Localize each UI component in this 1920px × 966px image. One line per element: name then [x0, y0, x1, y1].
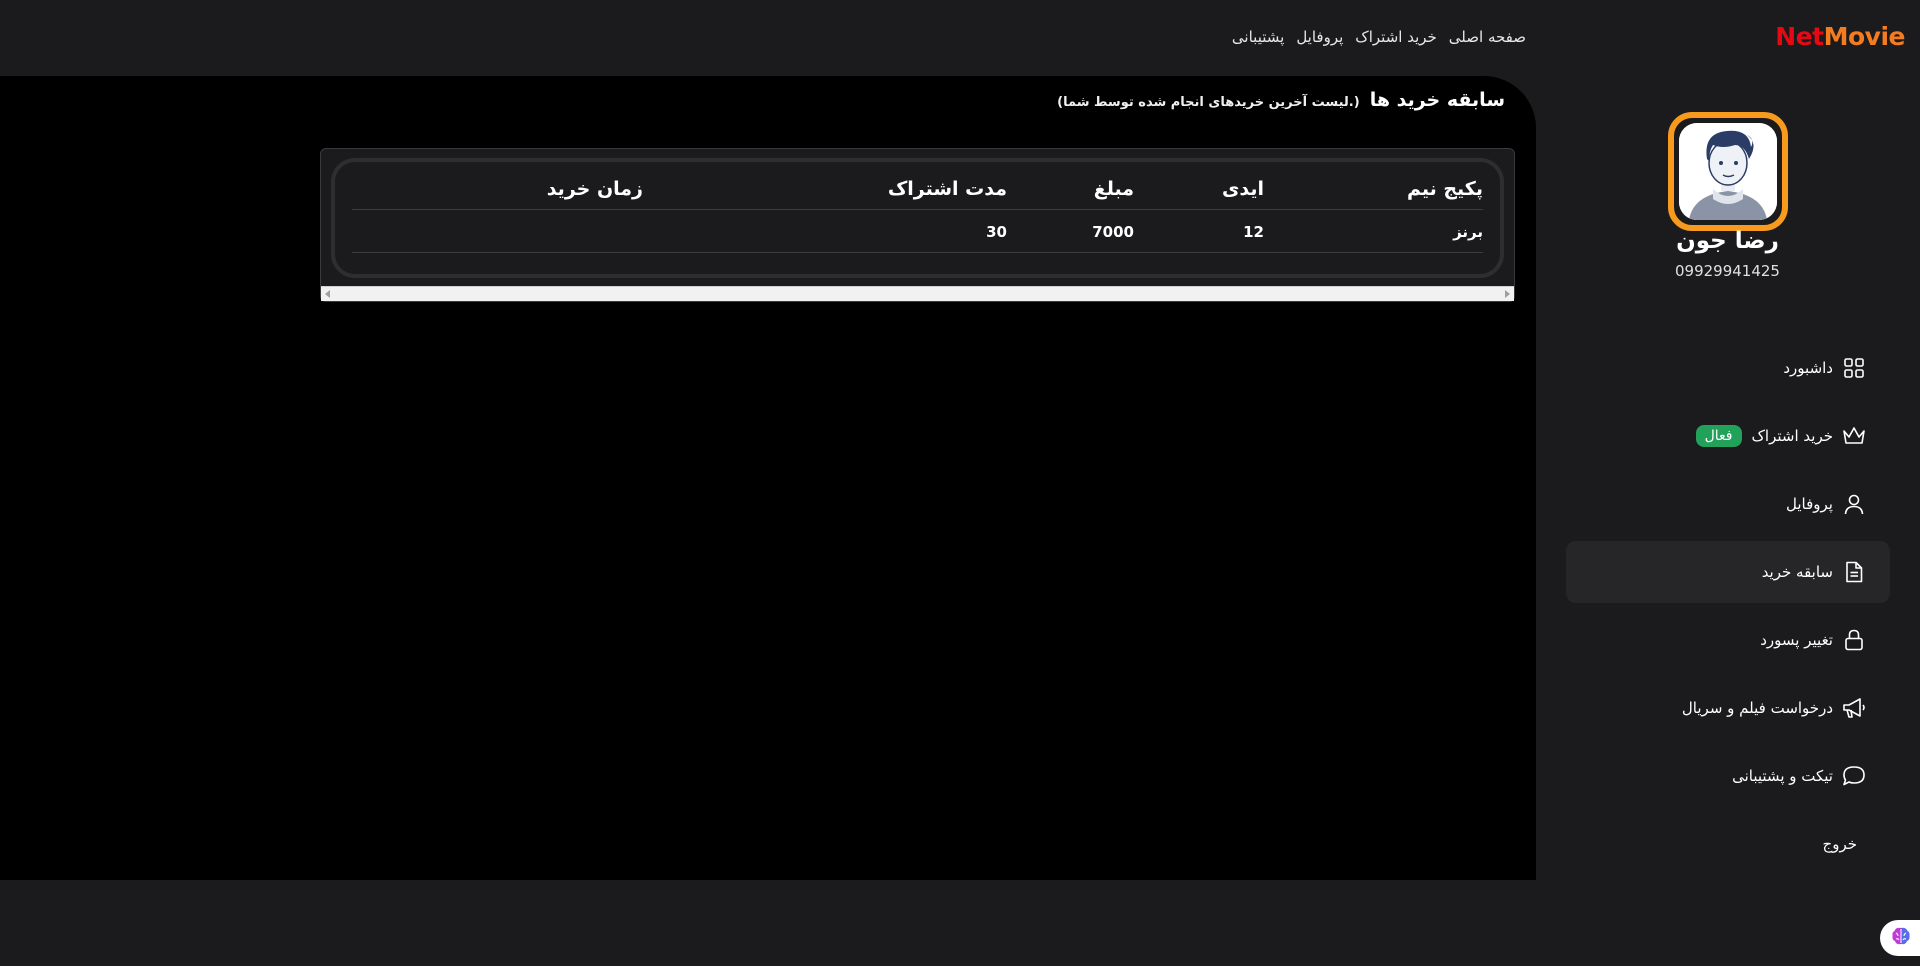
logo-net: Net [1775, 22, 1824, 51]
nav-buy-link[interactable]: خرید اشتراک [1355, 28, 1437, 46]
cell-duration: 30 [986, 223, 1007, 241]
page-heading: سابقه خرید ها (لیست آخرین خریدهای انجام … [1057, 89, 1505, 111]
horizontal-scrollbar[interactable] [321, 286, 1514, 301]
sidebar-item-label: تیکت و پشتیبانی [1732, 767, 1833, 785]
nav-home-link[interactable]: صفحه اصلی [1449, 28, 1526, 46]
user-icon [1841, 491, 1867, 517]
page-title: سابقه خرید ها [1369, 89, 1505, 111]
sidebar-item-label: تغییر پسورد [1760, 631, 1833, 649]
table-header-row: پکیج نیم ایدی مبلغ مدت اشتراک زمان خرید [352, 168, 1483, 210]
avatar [1668, 112, 1788, 231]
user-name: رضا جون [1676, 228, 1779, 254]
brain-icon [1890, 925, 1912, 951]
sidebar-item-label: پروفایل [1786, 495, 1833, 513]
cell-package: برنز [1453, 223, 1483, 241]
sidebar-item-history[interactable]: سابقه خرید [1566, 541, 1890, 603]
active-status-badge: فعال [1695, 425, 1742, 447]
lock-icon [1841, 627, 1867, 653]
site-logo[interactable]: NetMovie [1775, 22, 1905, 51]
chat-icon [1841, 763, 1867, 789]
grid-icon [1841, 355, 1867, 381]
purchase-table: پکیج نیم ایدی مبلغ مدت اشتراک زمان خرید … [331, 158, 1504, 278]
sidebar-item-request[interactable]: درخواست فیلم و سریال [1566, 677, 1890, 739]
sidebar-item-label: درخواست فیلم و سریال [1681, 699, 1833, 717]
top-nav-links: صفحه اصلی خرید اشتراک پروفایل پشتیبانی [1232, 28, 1526, 46]
sidebar-item-subscription[interactable]: خرید اشتراک فعال [1566, 405, 1890, 467]
header-package: پکیج نیم [1406, 178, 1483, 200]
sidebar-item-label: داشبورد [1783, 359, 1833, 377]
nav-profile-link[interactable]: پروفایل [1296, 28, 1343, 46]
page-subtitle: (لیست آخرین خریدهای انجام شده توسط شما.) [1057, 95, 1360, 110]
purchase-table-container: پکیج نیم ایدی مبلغ مدت اشتراک زمان خرید … [320, 148, 1515, 302]
sidebar-item-profile[interactable]: پروفایل [1566, 473, 1890, 535]
avatar-image [1679, 123, 1777, 220]
header-amount: مبلغ [1093, 178, 1134, 200]
document-icon [1841, 559, 1867, 585]
sidebar-item-label: خروج [1822, 835, 1857, 853]
sidebar-item-logout[interactable]: خروج [1566, 813, 1890, 875]
logo-movie: Movie [1823, 22, 1906, 51]
megaphone-icon [1841, 695, 1867, 721]
nav-support-link[interactable]: پشتیبانی [1232, 28, 1284, 46]
scroll-left-icon[interactable] [325, 290, 330, 298]
header-id: ایدی [1221, 178, 1264, 200]
cell-id: 12 [1243, 223, 1264, 241]
sidebar-item-dashboard[interactable]: داشبورد [1566, 337, 1890, 399]
crown-icon [1841, 423, 1867, 449]
sidebar-item-password[interactable]: تغییر پسورد [1566, 609, 1890, 671]
user-phone: 09929941425 [1675, 262, 1780, 280]
floating-widget-button[interactable] [1880, 920, 1920, 956]
header-duration: مدت اشتراک [887, 178, 1007, 200]
main-content: سابقه خرید ها (لیست آخرین خریدهای انجام … [0, 76, 1536, 880]
top-navbar: NetMovie صفحه اصلی خرید اشتراک پروفایل پ… [0, 0, 1920, 76]
scroll-right-icon[interactable] [1505, 290, 1510, 298]
header-time: زمان خرید [546, 178, 643, 200]
sidebar-item-ticket[interactable]: تیکت و پشتیبانی [1566, 745, 1890, 807]
cell-amount: 7000 [1092, 223, 1134, 241]
sidebar-item-label: خرید اشتراک [1751, 427, 1834, 445]
table-row: برنز 12 7000 30 [352, 211, 1483, 253]
sidebar-item-label: سابقه خرید [1761, 563, 1833, 581]
